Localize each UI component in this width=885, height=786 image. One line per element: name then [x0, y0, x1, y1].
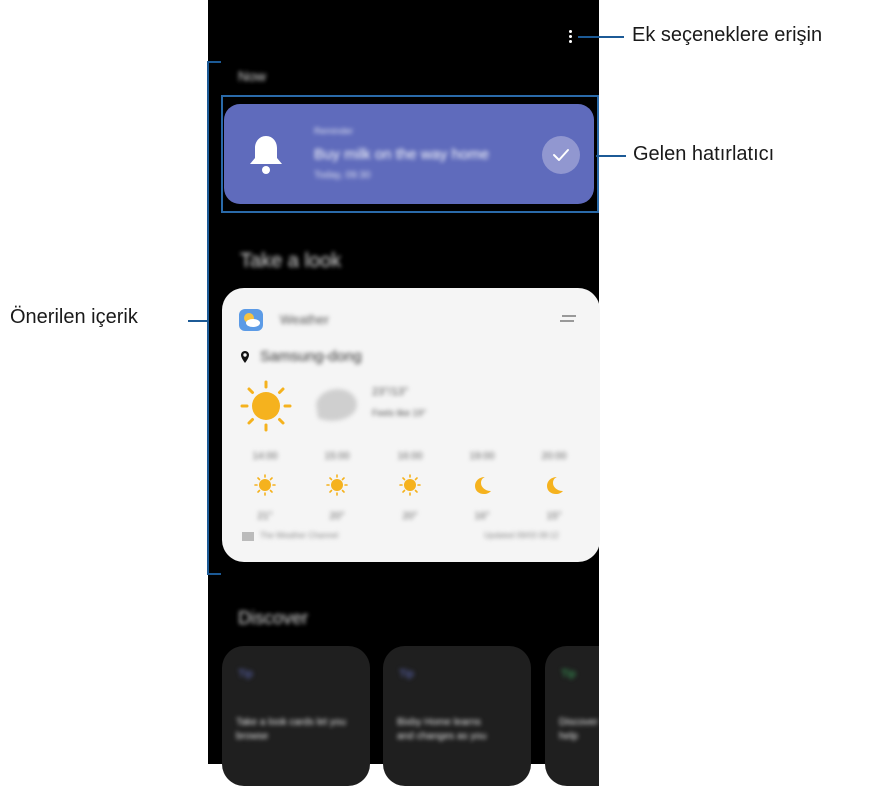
hour-temp: 20°	[402, 511, 418, 522]
hourly-forecast-item: 14:00 21°	[245, 451, 285, 522]
weather-card-title: Weather	[280, 312, 329, 327]
hourly-forecast-item: 15:00 20°	[317, 451, 357, 522]
annotation-more-options: Ek seçeneklere erişin	[632, 24, 823, 46]
hour-time: 15:00	[324, 451, 350, 462]
hour-time: 19:00	[469, 451, 495, 462]
collapse-handle-icon[interactable]	[558, 314, 578, 324]
discover-card[interactable]: Tip Discover help	[545, 646, 599, 786]
sun-icon	[254, 474, 276, 496]
reminder-callout-frame	[221, 95, 599, 213]
moon-icon	[547, 477, 563, 494]
discover-card-tag: Tip	[399, 668, 414, 680]
annotation-suggested-content: Önerilen içerik	[10, 306, 138, 328]
bracket-bottom-tick	[207, 573, 221, 575]
discover-card[interactable]: Tip Bixby Home learns and changes as you	[383, 646, 531, 786]
suggested-content-bracket	[207, 61, 209, 575]
hour-temp: 16°	[474, 511, 490, 522]
bracket-leader	[188, 320, 208, 322]
weather-updated: Updated 09/03 09:12	[484, 531, 559, 540]
temperature-range: 23°/13°	[372, 386, 409, 398]
discover-card-text: Discover help	[559, 717, 598, 742]
discover-card-text: Take a look cards let you browse	[236, 717, 347, 742]
sun-icon	[326, 474, 348, 496]
discover-card[interactable]: Tip Take a look cards let you browse	[222, 646, 370, 786]
location-pin-icon	[241, 351, 249, 363]
hour-time: 20:00	[541, 451, 567, 462]
discover-card-text: Bixby Home learns and changes as you	[397, 717, 487, 742]
hour-temp: 20°	[329, 511, 345, 522]
hourly-forecast-item: 20:00 15°	[534, 451, 574, 522]
moon-icon	[475, 477, 491, 494]
section-title-now: Now	[238, 68, 267, 84]
weather-provider: The Weather Channel	[260, 531, 339, 540]
section-title-discover: Discover	[238, 608, 309, 628]
annotation-incoming-reminder: Gelen hatırlatıcı	[633, 143, 775, 165]
more-options-icon[interactable]	[567, 30, 575, 44]
weather-card[interactable]: Weather Samsung-dong 23°/13° Feels like …	[222, 288, 600, 562]
hourly-forecast-item: 16:00 20°	[390, 451, 430, 522]
discover-card-tag: Tip	[561, 668, 576, 680]
sun-icon	[240, 380, 292, 432]
callout-leader-reminder	[596, 155, 626, 157]
weather-location: Samsung-dong	[260, 348, 362, 365]
hourly-forecast-item: 19:00 16°	[462, 451, 502, 522]
provider-logo	[242, 532, 254, 541]
hour-temp: 15°	[546, 511, 562, 522]
bracket-top-tick	[207, 61, 221, 63]
feels-like: Feels like 19°	[372, 408, 427, 418]
hour-time: 16:00	[397, 451, 423, 462]
hour-temp: 21°	[257, 511, 273, 522]
callout-leader-more-options	[578, 36, 624, 38]
section-title-take-a-look: Take a look	[240, 250, 342, 272]
discover-card-tag: Tip	[238, 668, 253, 680]
weather-app-icon	[239, 309, 263, 331]
sun-icon	[399, 474, 421, 496]
current-temperature-graphic	[306, 380, 366, 428]
hour-time: 14:00	[252, 451, 278, 462]
